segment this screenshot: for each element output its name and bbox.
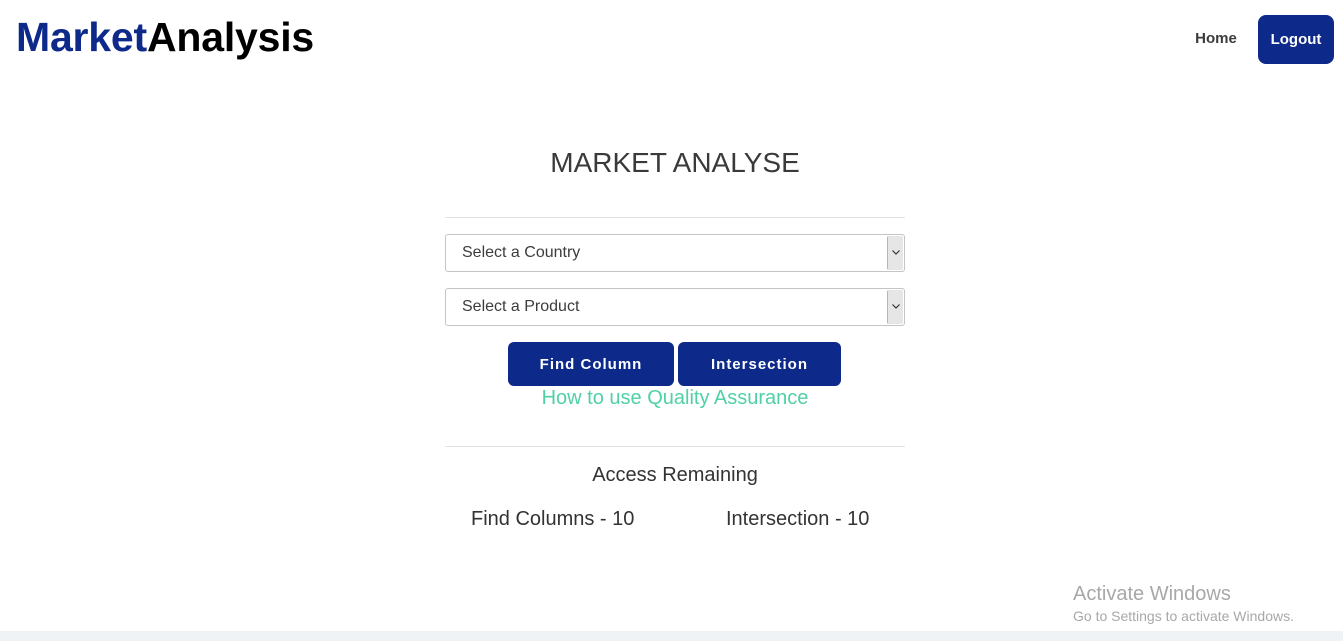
country-select[interactable]: Select a Country [445, 234, 905, 272]
find-columns-remaining: Find Columns - 10 [471, 508, 635, 530]
logout-button[interactable]: Logout [1258, 15, 1334, 64]
country-select-value: Select a Country [462, 244, 581, 261]
top-divider [445, 217, 905, 218]
intersection-button[interactable]: Intersection [678, 342, 841, 386]
brand-logo[interactable]: MarketAnalysis [16, 13, 314, 61]
footer-band [0, 631, 1343, 641]
brand-logo-market: Market [16, 14, 147, 60]
chevron-down-icon [887, 290, 903, 324]
activate-windows-title: Activate Windows [1073, 583, 1231, 605]
chevron-down-icon [887, 236, 903, 270]
access-remaining-heading: Access Remaining [592, 464, 758, 486]
product-select[interactable]: Select a Product [445, 288, 905, 326]
product-select-value: Select a Product [462, 298, 580, 315]
intersection-remaining: Intersection - 10 [726, 508, 870, 530]
nav-home-link[interactable]: Home [1186, 28, 1246, 50]
activate-windows-subtitle: Go to Settings to activate Windows. [1073, 608, 1294, 624]
help-link[interactable]: How to use Quality Assurance [445, 386, 905, 410]
find-column-button[interactable]: Find Column [508, 342, 674, 386]
brand-logo-analysis: Analysis [146, 14, 315, 60]
bottom-divider [445, 446, 905, 447]
page-title: MARKET ANALYSE [550, 147, 800, 178]
